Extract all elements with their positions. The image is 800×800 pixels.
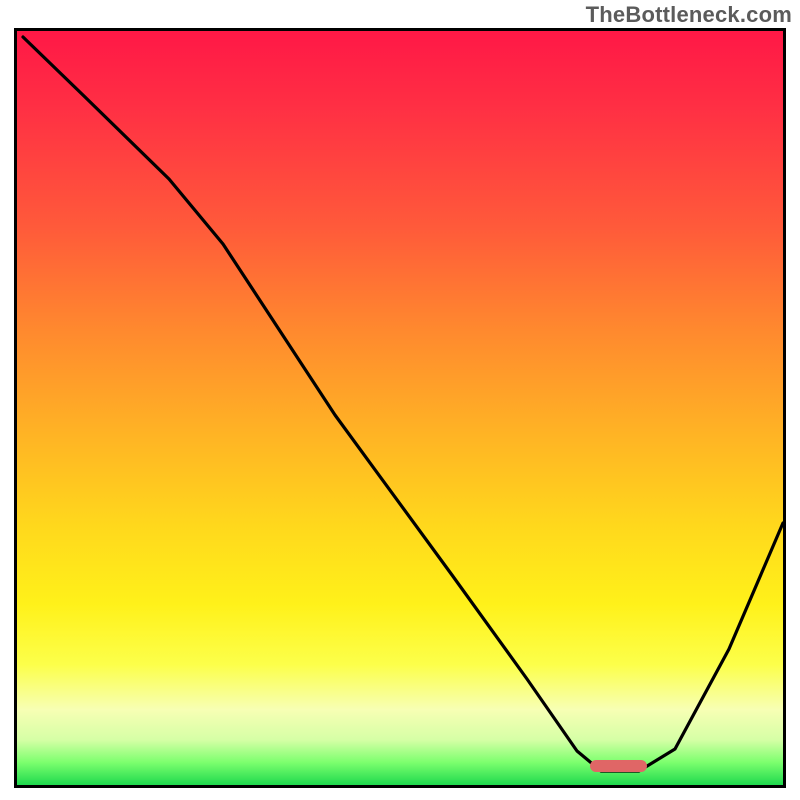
bottleneck-curve-line	[17, 31, 783, 785]
optimal-range-marker	[590, 760, 647, 772]
chart-container	[14, 28, 786, 788]
watermark-text: TheBottleneck.com	[586, 2, 792, 28]
chart-frame	[14, 28, 786, 788]
